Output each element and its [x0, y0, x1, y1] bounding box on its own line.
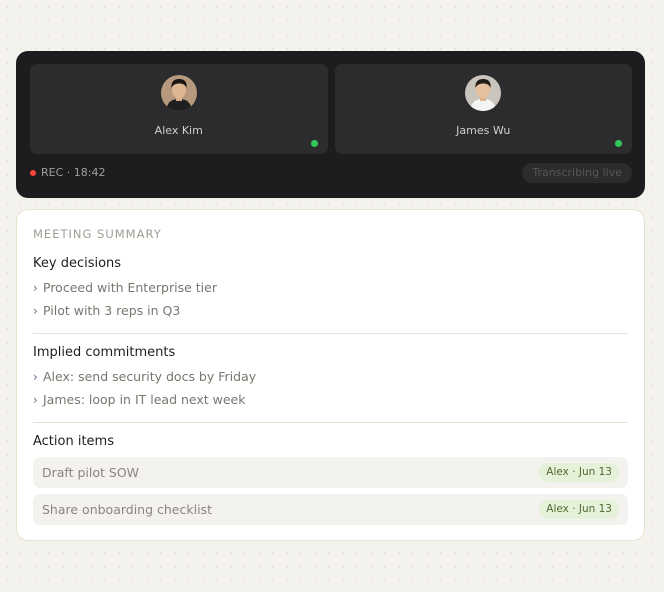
assignee-date-badge: Alex · Jun 13 [539, 500, 619, 519]
chevron-right-icon: › [33, 303, 38, 318]
recording-time: REC · 18:42 [41, 166, 106, 179]
call-panel: Alex Kim James Wu REC · 18:42 Transcribi… [16, 51, 645, 198]
list-item-text: James: loop in IT lead next week [43, 392, 246, 407]
chevron-right-icon: › [33, 369, 38, 384]
list-item-text: Alex: send security docs by Friday [43, 369, 257, 384]
action-item-row[interactable]: Share onboarding checklist Alex · Jun 13 [33, 494, 628, 525]
participant-name: Alex Kim [154, 124, 203, 137]
section-heading: Key decisions [33, 256, 122, 271]
chevron-right-icon: › [33, 280, 38, 295]
participant-tiles: Alex Kim James Wu [30, 64, 632, 154]
assignee-date-badge: Alex · Jun 13 [539, 463, 619, 482]
implied-commitments-section: Implied commitments › Alex: send securit… [33, 344, 628, 411]
meeting-summary-card: MEETING SUMMARY Key decisions › Proceed … [16, 209, 645, 541]
list-item-text: Pilot with 3 reps in Q3 [43, 303, 181, 318]
transcribing-badge[interactable]: Transcribing live [522, 163, 632, 183]
list-item: › Alex: send security docs by Friday [33, 365, 628, 388]
section-heading: Implied commitments [33, 345, 176, 360]
summary-title: MEETING SUMMARY [33, 227, 162, 241]
participant-name: James Wu [456, 124, 511, 137]
live-status-dot [615, 140, 622, 147]
section-heading: Action items [33, 434, 114, 449]
avatar [465, 75, 502, 111]
divider [33, 333, 628, 334]
list-item: › Pilot with 3 reps in Q3 [33, 299, 628, 322]
record-dot-icon [30, 169, 36, 176]
list-item-text: Proceed with Enterprise tier [43, 280, 217, 295]
action-item-label: Draft pilot SOW [42, 465, 140, 480]
participant-tile-james[interactable]: James Wu [334, 64, 632, 154]
divider [33, 422, 628, 423]
list-item: › Proceed with Enterprise tier [33, 276, 628, 299]
key-decisions-section: Key decisions › Proceed with Enterprise … [33, 255, 628, 322]
action-item-row[interactable]: Draft pilot SOW Alex · Jun 13 [33, 457, 628, 488]
avatar [160, 75, 197, 111]
chevron-right-icon: › [33, 392, 38, 407]
action-item-label: Share onboarding checklist [42, 502, 212, 517]
call-footer: REC · 18:42 Transcribing live [30, 163, 632, 183]
recording-indicator: REC · 18:42 [30, 166, 105, 179]
live-status-dot [310, 140, 318, 147]
participant-tile-alex[interactable]: Alex Kim [30, 64, 328, 154]
list-item: › James: loop in IT lead next week [33, 388, 628, 411]
action-items-section: Action items Draft pilot SOW Alex · Jun … [33, 433, 628, 531]
